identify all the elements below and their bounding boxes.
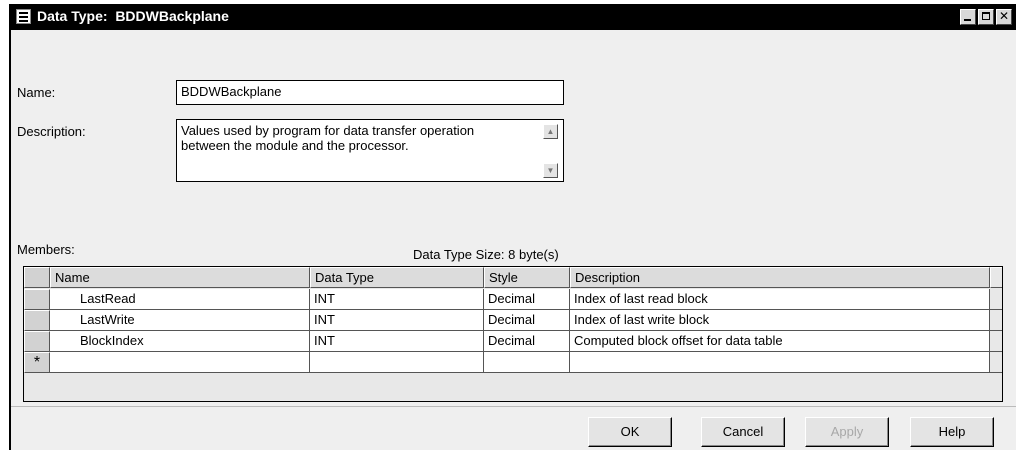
header-filler — [990, 267, 1002, 288]
divider — [11, 406, 1016, 407]
member-data-type[interactable]: INT — [310, 289, 484, 310]
member-name[interactable] — [50, 352, 310, 373]
data-type-icon — [16, 9, 31, 24]
data-type-size: Data Type Size: 8 byte(s) — [413, 247, 559, 262]
row-filler — [990, 310, 1002, 331]
row-filler — [990, 289, 1002, 310]
cancel-button[interactable]: Cancel — [701, 417, 785, 447]
column-header-description[interactable]: Description — [570, 267, 990, 288]
member-name[interactable]: LastRead — [50, 289, 310, 310]
new-member-row[interactable]: * — [24, 352, 1002, 373]
column-header-data-type[interactable]: Data Type — [310, 267, 484, 288]
members-label: Members: — [17, 242, 75, 257]
member-description[interactable] — [570, 352, 990, 373]
member-data-type[interactable]: INT — [310, 310, 484, 331]
description-textarea[interactable]: Values used by program for data transfer… — [176, 119, 564, 182]
window-title: Data Type: BDDWBackplane — [37, 8, 229, 24]
member-style[interactable] — [484, 352, 570, 373]
members-grid: Name Data Type Style Description LastRea… — [23, 266, 1003, 402]
header-corner — [24, 267, 50, 288]
member-description[interactable]: Index of last read block — [570, 289, 990, 310]
member-description[interactable]: Index of last write block — [570, 310, 990, 331]
ok-button[interactable]: OK — [588, 417, 672, 447]
row-filler — [990, 331, 1002, 352]
column-header-name[interactable]: Name — [50, 267, 310, 288]
scroll-down-icon[interactable]: ▼ — [543, 163, 558, 178]
help-button[interactable]: Help — [910, 417, 994, 447]
description-scrollbar[interactable]: ▲ ▼ — [543, 124, 560, 178]
table-row[interactable]: BlockIndex INT Decimal Computed block of… — [24, 331, 1002, 352]
column-header-style[interactable]: Style — [484, 267, 570, 288]
description-line-2: between the module and the processor. — [181, 138, 409, 153]
row-selector[interactable] — [24, 331, 50, 352]
table-row[interactable]: LastWrite INT Decimal Index of last writ… — [24, 310, 1002, 331]
member-style[interactable]: Decimal — [484, 331, 570, 352]
title-bar: Data Type: BDDWBackplane — [11, 4, 1016, 30]
new-row-icon[interactable]: * — [24, 352, 50, 373]
name-input[interactable]: BDDWBackplane — [176, 80, 564, 105]
apply-button[interactable]: Apply — [805, 417, 889, 447]
member-style[interactable]: Decimal — [484, 289, 570, 310]
scroll-up-icon[interactable]: ▲ — [543, 124, 558, 139]
row-filler — [990, 352, 1002, 373]
member-description[interactable]: Computed block offset for data table — [570, 331, 990, 352]
data-type-dialog: Data Type: BDDWBackplane Name: BDDWBackp… — [9, 4, 1016, 450]
description-label: Description: — [17, 124, 86, 139]
grid-header: Name Data Type Style Description — [24, 267, 1002, 288]
member-data-type[interactable]: INT — [310, 331, 484, 352]
table-row[interactable]: LastRead INT Decimal Index of last read … — [24, 289, 1002, 310]
member-style[interactable]: Decimal — [484, 310, 570, 331]
maximize-icon[interactable] — [978, 9, 994, 25]
row-selector[interactable] — [24, 310, 50, 331]
close-icon[interactable] — [996, 9, 1012, 25]
row-selector[interactable] — [24, 289, 50, 310]
member-data-type[interactable] — [310, 352, 484, 373]
name-label: Name: — [17, 85, 56, 100]
minimize-icon[interactable] — [960, 9, 976, 25]
member-name[interactable]: BlockIndex — [50, 331, 310, 352]
description-line-1: Values used by program for data transfer… — [181, 123, 475, 138]
member-name[interactable]: LastWrite — [50, 310, 310, 331]
